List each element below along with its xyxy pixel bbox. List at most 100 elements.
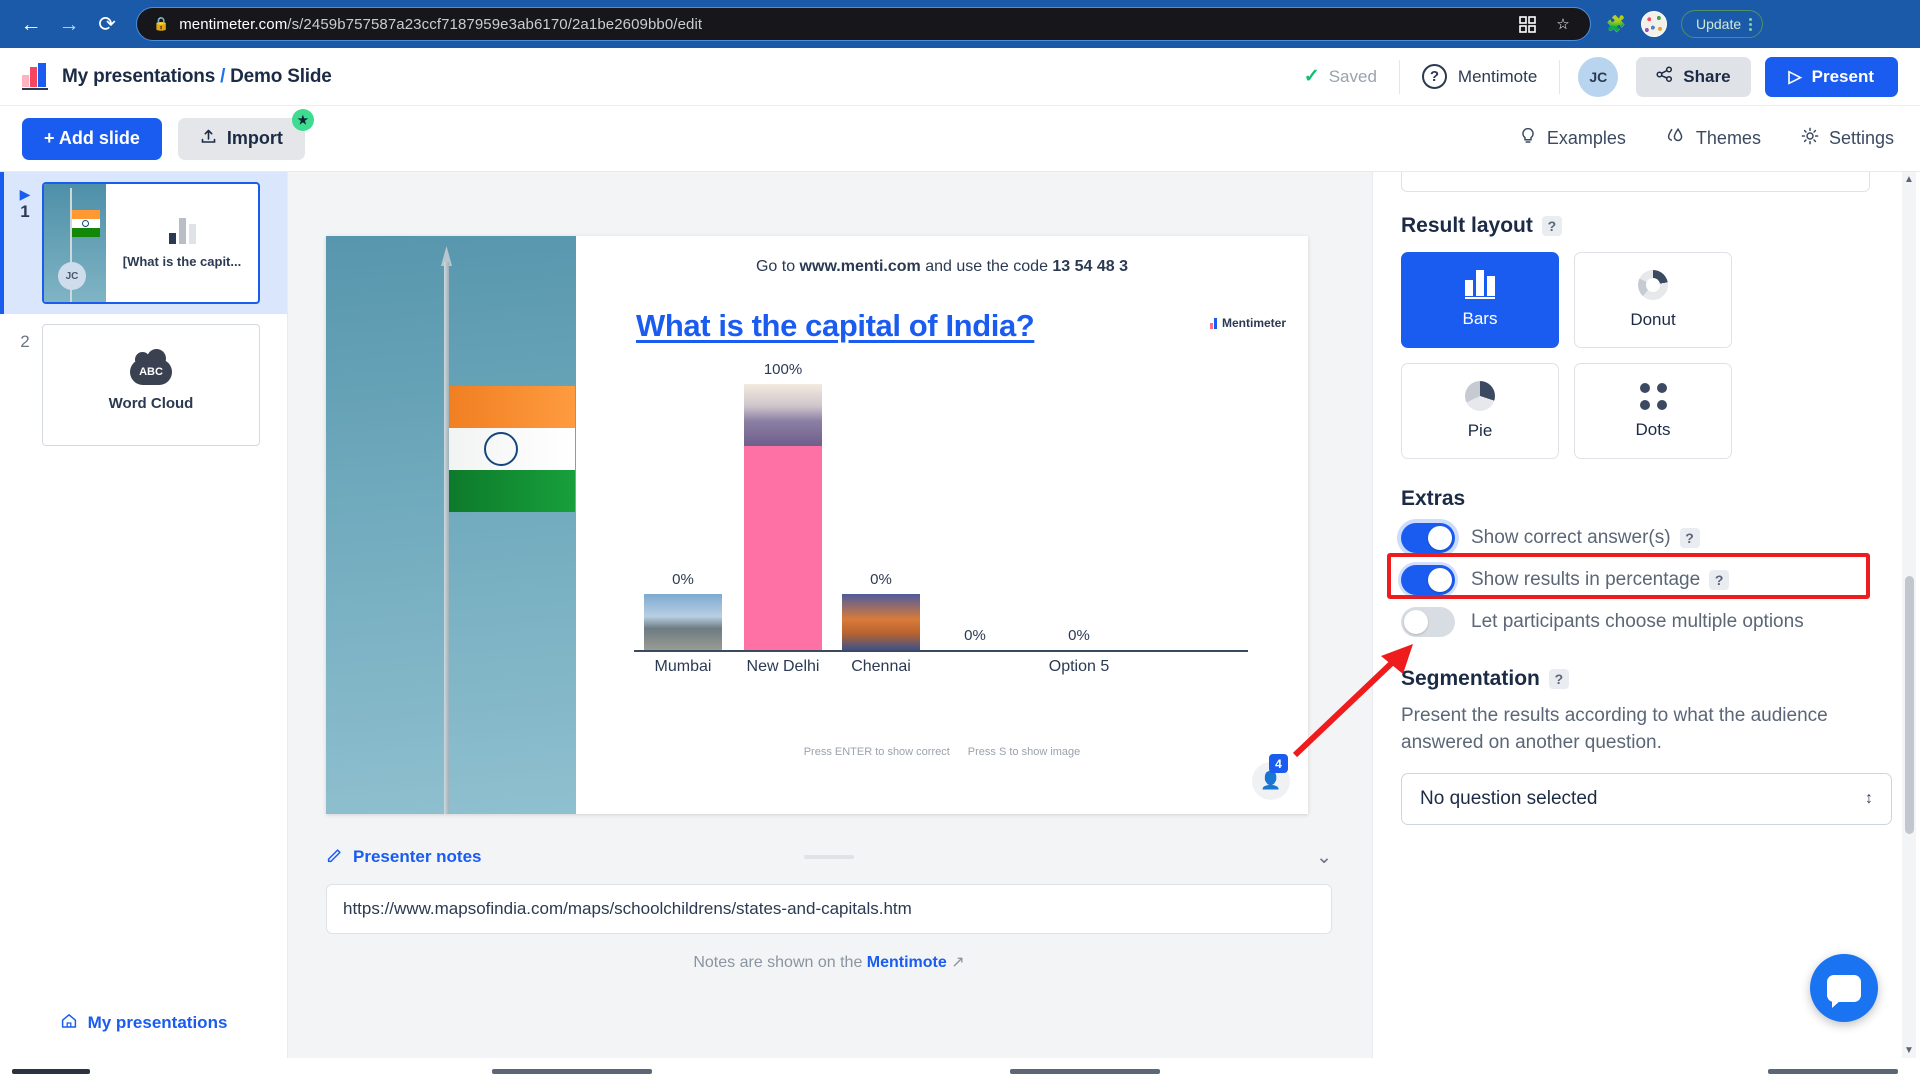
toggle-multiple-options[interactable]	[1401, 607, 1455, 637]
india-flag-thumb-image: JC	[44, 184, 106, 302]
presenter-notes-input[interactable]: https://www.mapsofindia.com/maps/schoolc…	[326, 884, 1332, 934]
settings-label: Settings	[1829, 128, 1894, 149]
segmentation-description: Present the results according to what th…	[1401, 703, 1892, 757]
breadcrumb-current[interactable]: Demo Slide	[230, 66, 331, 87]
settings-button[interactable]: Settings	[1801, 127, 1894, 150]
bar-value-label: 0%	[936, 627, 1014, 644]
layout-option-donut[interactable]: Donut	[1574, 252, 1732, 348]
watermark-label: Mentimeter	[1222, 316, 1286, 330]
slide-thumbnail-2[interactable]: 2 ABC Word Cloud	[0, 314, 287, 456]
toolbar-right-group: Examples Themes Settings	[1519, 127, 1898, 150]
bar-visual	[644, 594, 722, 650]
bar-value-label: 100%	[744, 361, 822, 378]
extras-section: Extras Show correct answer(s) ? Show res…	[1401, 487, 1892, 643]
browser-toolbar: ← → ⟳ 🔒 mentimeter.com/s/2459b757587a23c…	[0, 0, 1920, 48]
scroll-down-arrow[interactable]: ▼	[1902, 1045, 1916, 1056]
bar-chennai: 0% Chennai	[842, 571, 920, 650]
share-button[interactable]: Share	[1636, 57, 1750, 97]
update-button[interactable]: Update	[1681, 10, 1763, 38]
toggle-show-results-in-percentage[interactable]	[1401, 565, 1455, 595]
chevron-down-icon[interactable]: ⌄	[1316, 846, 1332, 869]
slide-2-meta: 2	[8, 324, 42, 352]
chat-bubble-icon[interactable]	[1810, 954, 1878, 1022]
bar-chart-icon	[169, 218, 196, 244]
image-option-card-clipped[interactable]	[1401, 172, 1870, 192]
examples-button[interactable]: Examples	[1519, 127, 1626, 150]
help-icon[interactable]: ?	[1680, 528, 1700, 548]
my-presentations-link[interactable]: My presentations	[0, 988, 287, 1058]
add-slide-button[interactable]: + Add slide	[22, 118, 162, 160]
help-icon[interactable]: ?	[1709, 570, 1729, 590]
hint-s: Press S to show image	[968, 746, 1081, 758]
presenter-notes-title: Presenter notes	[353, 847, 482, 867]
slide-1-meta: ▶ 1	[8, 182, 42, 222]
breadcrumb-root[interactable]: My presentations	[62, 66, 215, 87]
layout-option-dots[interactable]: Dots	[1574, 363, 1732, 459]
participants-counter: 👤 4	[1252, 762, 1290, 800]
address-bar[interactable]: 🔒 mentimeter.com/s/2459b757587a23ccf7187…	[136, 7, 1591, 41]
kebab-menu-icon[interactable]	[1749, 18, 1752, 31]
slide-1-body: [What is the capit...	[106, 184, 258, 302]
slide-thumbnail-1[interactable]: ▶ 1 JC [What is the capit...	[0, 172, 287, 314]
donut-chart-icon	[1638, 270, 1668, 300]
import-label: Import	[227, 128, 283, 149]
puzzle-extension-icon[interactable]: 🧩	[1605, 13, 1627, 35]
avatar[interactable]: JC	[1578, 57, 1618, 97]
breadcrumb: My presentations/Demo Slide	[62, 66, 332, 88]
taskbar-segment	[1768, 1069, 1898, 1074]
present-button[interactable]: ▷ Present	[1765, 57, 1898, 97]
extras-row-show-correct: Show correct answer(s) ?	[1401, 517, 1892, 559]
bar-value-label: 0%	[1024, 627, 1134, 644]
bookmark-star-icon[interactable]: ☆	[1552, 13, 1574, 35]
help-icon[interactable]: ?	[1549, 669, 1569, 689]
toggle-label: Show results in percentage	[1471, 569, 1700, 591]
extras-row-multiple-options: Let participants choose multiple options	[1401, 601, 1892, 643]
profile-avatar-icon[interactable]	[1641, 11, 1667, 37]
app-root: ← → ⟳ 🔒 mentimeter.com/s/2459b757587a23c…	[0, 0, 1920, 1080]
menti-code-line: Go to www.menti.com and use the code 13 …	[576, 258, 1308, 276]
bar-category-label: New Delhi	[747, 650, 820, 676]
question-settings-panel: Result layout ? Bars Donut Pie	[1372, 172, 1920, 1058]
mentimeter-logo-icon[interactable]	[22, 64, 48, 90]
scroll-up-arrow[interactable]: ▲	[1902, 174, 1916, 185]
taskbar-segment	[492, 1069, 652, 1074]
gear-icon	[1801, 127, 1819, 150]
segmentation-section: Segmentation ? Present the results accor…	[1401, 667, 1892, 825]
toggle-show-correct-answers[interactable]	[1401, 523, 1455, 553]
mentimote-link[interactable]: Mentimote	[867, 954, 947, 971]
slide-2-preview[interactable]: ABC Word Cloud	[42, 324, 260, 446]
bar-option-5: 0% Option 5	[1024, 627, 1134, 650]
bar-category-label: Option 5	[1049, 650, 1109, 676]
slide-canvas[interactable]: Go to www.menti.com and use the code 13 …	[326, 236, 1308, 814]
reload-icon[interactable]: ⟳	[88, 5, 126, 43]
apps-grid-icon[interactable]	[1516, 13, 1538, 35]
layout-option-label: Dots	[1636, 420, 1671, 440]
lightbulb-icon	[1519, 127, 1537, 150]
result-layout-title: Result layout	[1401, 214, 1533, 238]
import-button[interactable]: Import ★	[178, 118, 305, 160]
segmentation-select[interactable]: No question selected ↕	[1401, 773, 1892, 825]
star-badge-icon: ★	[292, 109, 314, 131]
slide-1-preview[interactable]: JC [What is the capit...	[42, 182, 260, 304]
layout-option-bars[interactable]: Bars	[1401, 252, 1559, 348]
mentimote-button[interactable]: ? Mentimote	[1400, 64, 1559, 89]
menti-prefix: Go to	[756, 258, 800, 275]
add-slide-label: + Add slide	[44, 128, 140, 149]
back-icon[interactable]: ←	[12, 5, 50, 43]
presenter-notes-header: Presenter notes ⌄	[326, 840, 1332, 874]
slide-question[interactable]: What is the capital of India?	[636, 308, 1034, 344]
external-link-icon: ↗	[951, 954, 964, 971]
toggle-show-correct-answers-label-group: Show correct answer(s) ?	[1471, 527, 1700, 549]
pencil-icon	[326, 846, 343, 868]
help-icon[interactable]: ?	[1542, 216, 1562, 236]
layout-option-pie[interactable]: Pie	[1401, 363, 1559, 459]
panel-scrollbar[interactable]: ▲ ▼	[1902, 172, 1916, 1058]
chart-axis-line	[634, 650, 1248, 652]
notes-drag-handle[interactable]	[804, 855, 854, 859]
scrollbar-thumb[interactable]	[1905, 576, 1914, 834]
themes-button[interactable]: Themes	[1666, 127, 1761, 150]
forward-icon[interactable]: →	[50, 5, 88, 43]
themes-label: Themes	[1696, 128, 1761, 149]
new-delhi-option-image	[744, 384, 822, 446]
slide-stage: Go to www.menti.com and use the code 13 …	[288, 172, 1372, 1058]
